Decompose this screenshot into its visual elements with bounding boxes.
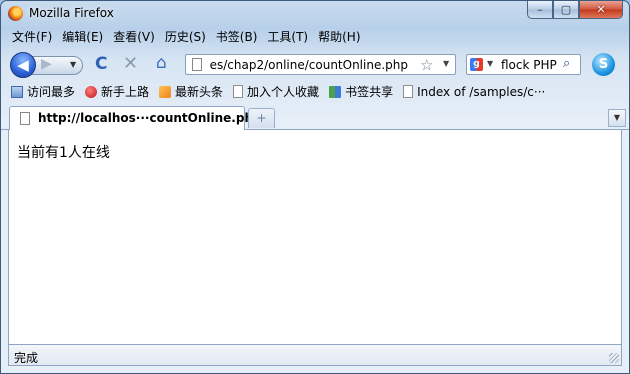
skype-letter: S — [598, 57, 609, 72]
close-button[interactable]: ✕ — [579, 1, 623, 19]
page-icon — [403, 85, 414, 98]
menu-history[interactable]: 历史(S) — [160, 28, 211, 46]
stop-icon[interactable]: ✕ — [123, 55, 138, 73]
search-engine-dropdown-icon[interactable]: ▼ — [487, 59, 493, 68]
reload-icon[interactable]: C — [95, 56, 107, 73]
url-text[interactable]: amples/chap2/online/countOnline.php — [210, 58, 408, 72]
most-visited-icon — [11, 85, 23, 98]
list-all-tabs-button[interactable]: ▼ — [608, 109, 626, 127]
bookmark-label: 新手上路 — [101, 85, 150, 99]
bookmark-label: Index of /samples/c··· — [417, 84, 546, 99]
menu-bar: 文件(F) 编辑(E) 查看(V) 历史(S) 书签(B) 工具(T) 帮助(H… — [7, 28, 366, 46]
bookmark-index-samples[interactable]: Index of /samples/c··· — [403, 85, 545, 99]
menu-bookmarks[interactable]: 书签(B) — [211, 28, 263, 46]
new-tab-button[interactable]: + — [248, 108, 275, 128]
tab-strip: http://localhos···countOnline.php + ▼ — [1, 103, 629, 130]
newbie-icon — [85, 85, 98, 98]
window-title: Mozilla Firefox — [29, 6, 114, 20]
plus-icon: + — [256, 111, 267, 125]
bookmark-star-icon[interactable]: ☆ — [420, 56, 433, 74]
bookmark-label: 书签共享 — [345, 85, 394, 99]
share-icon — [329, 85, 342, 98]
browser-window: Mozilla Firefox – ▢ ✕ 文件(F) 编辑(E) 查看(V) … — [0, 0, 630, 374]
home-icon[interactable]: ⌂ — [156, 55, 167, 72]
online-count-text: 当前有1人在线 — [17, 145, 110, 161]
address-bar[interactable]: amples/chap2/online/countOnline.php ☆ ▼ — [185, 54, 456, 75]
page-icon — [233, 85, 244, 98]
minimize-button[interactable]: – — [527, 1, 553, 19]
menu-file[interactable]: 文件(F) — [7, 28, 57, 46]
navigation-toolbar: ▶ ▼ ◀ C ✕ ⌂ amples/chap2/online/countOnl… — [1, 47, 629, 81]
url-dropdown-icon[interactable]: ▼ — [443, 59, 449, 68]
status-text: 完成 — [14, 351, 39, 365]
firefox-logo-icon — [8, 6, 23, 21]
skype-icon[interactable]: S — [592, 53, 615, 76]
bookmark-most-visited[interactable]: 访问最多 — [11, 83, 75, 100]
back-arrow-icon: ◀ — [17, 56, 29, 74]
window-controls: – ▢ ✕ — [527, 1, 623, 19]
maximize-button[interactable]: ▢ — [553, 1, 579, 19]
menu-help[interactable]: 帮助(H) — [313, 28, 365, 46]
search-input[interactable]: flock PHP — [501, 58, 557, 72]
resize-grip-icon[interactable] — [609, 353, 619, 363]
bookmark-label: 访问最多 — [27, 85, 76, 99]
bookmark-label: 加入个人收藏 — [247, 85, 320, 99]
history-dropdown-icon[interactable]: ▼ — [70, 56, 76, 73]
site-identity-icon[interactable] — [192, 58, 202, 71]
minimize-icon: – — [537, 3, 543, 16]
bookmark-share[interactable]: 书签共享 — [329, 83, 393, 100]
bookmark-label: 最新头条 — [175, 85, 224, 99]
back-button[interactable]: ◀ — [10, 52, 36, 78]
rss-icon — [159, 85, 172, 98]
menu-tools[interactable]: 工具(T) — [262, 28, 313, 46]
menu-view[interactable]: 查看(V) — [108, 28, 160, 46]
search-engine-icon[interactable]: g — [470, 58, 483, 71]
maximize-icon: ▢ — [560, 3, 572, 16]
search-box[interactable]: g ▼ flock PHP ⌕ — [466, 54, 581, 75]
forward-icon[interactable]: ▶ — [41, 56, 52, 73]
page-icon — [20, 112, 30, 125]
page-content: 当前有1人在线 — [8, 130, 622, 344]
menu-edit[interactable]: 编辑(E) — [57, 28, 108, 46]
bookmark-latest-headlines[interactable]: 最新头条 — [159, 83, 223, 100]
tab-count-online[interactable]: http://localhos···countOnline.php — [9, 106, 262, 130]
title-bar: Mozilla Firefox – ▢ ✕ — [1, 1, 629, 25]
search-icon[interactable]: ⌕ — [563, 56, 570, 71]
bookmark-getting-started[interactable]: 新手上路 — [85, 83, 149, 100]
bookmark-add-favorites[interactable]: 加入个人收藏 — [233, 83, 319, 100]
bookmarks-toolbar: 访问最多 新手上路 最新头条 加入个人收藏 书签共享 Index of /sam… — [1, 81, 629, 102]
tab-label: http://localhos···countOnline.php — [38, 111, 262, 125]
close-icon: ✕ — [596, 3, 606, 16]
chevron-down-icon: ▼ — [613, 113, 621, 122]
status-bar: 完成 — [8, 344, 622, 366]
